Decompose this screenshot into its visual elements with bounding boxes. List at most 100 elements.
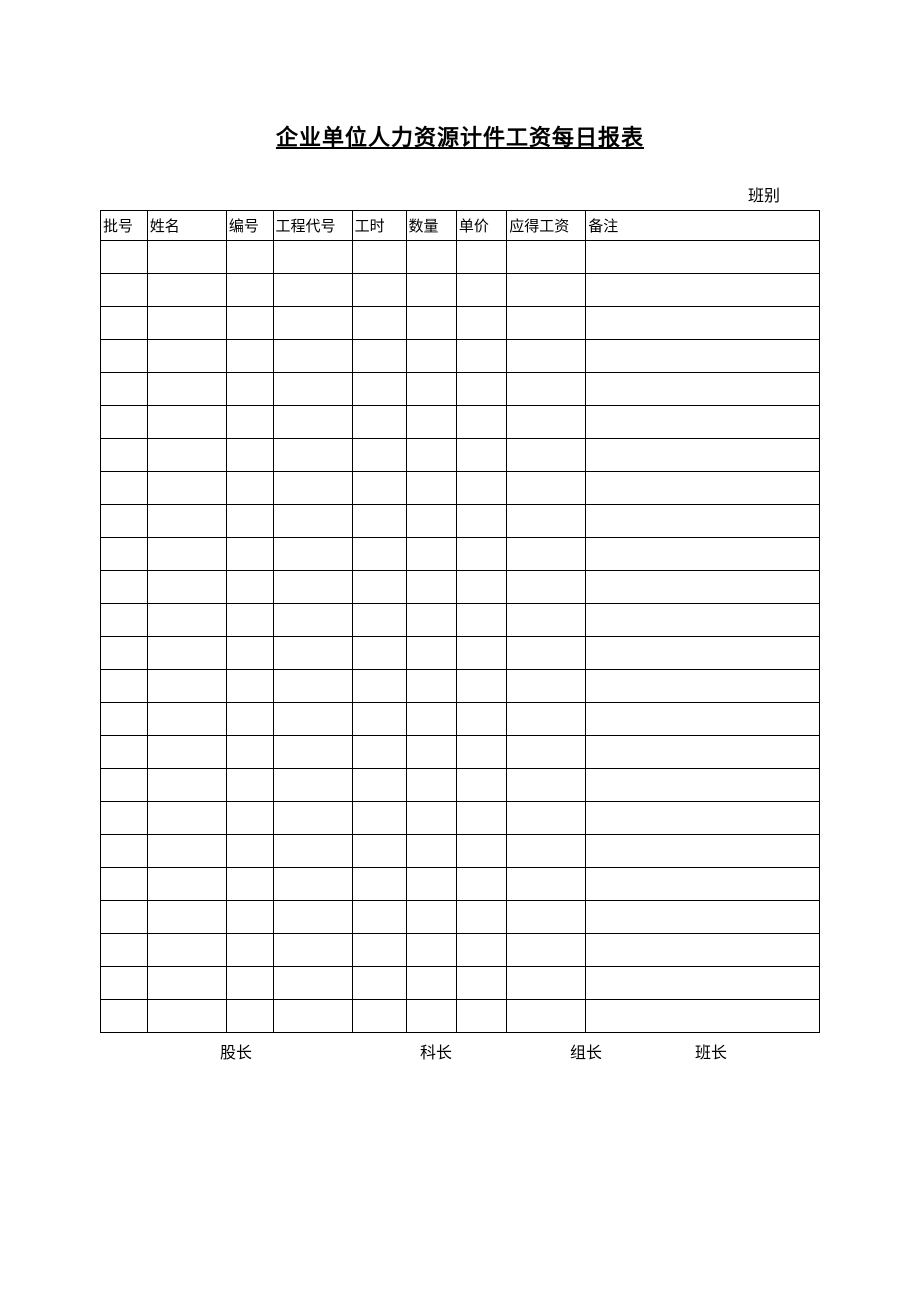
table-cell — [273, 241, 352, 274]
table-cell — [273, 901, 352, 934]
table-cell — [456, 472, 506, 505]
table-cell — [352, 373, 406, 406]
table-cell — [226, 571, 273, 604]
table-cell — [352, 703, 406, 736]
table-cell — [507, 274, 586, 307]
table-row — [101, 1000, 820, 1033]
table-cell — [507, 703, 586, 736]
table-cell — [507, 241, 586, 274]
table-cell — [456, 967, 506, 1000]
table-cell — [147, 439, 226, 472]
table-cell — [352, 340, 406, 373]
table-cell — [147, 901, 226, 934]
table-cell — [273, 406, 352, 439]
table-cell — [352, 934, 406, 967]
table-cell — [101, 274, 148, 307]
table-cell — [101, 868, 148, 901]
table-cell — [101, 406, 148, 439]
table-cell — [456, 505, 506, 538]
table-cell — [226, 406, 273, 439]
table-cell — [101, 439, 148, 472]
table-cell — [586, 307, 820, 340]
table-cell — [586, 901, 820, 934]
sig-group-leader: 组长 — [570, 1039, 695, 1063]
table-cell — [586, 736, 820, 769]
table-cell — [507, 1000, 586, 1033]
table-cell — [456, 406, 506, 439]
table-row — [101, 571, 820, 604]
header-remark: 备注 — [586, 211, 820, 241]
header-project-code: 工程代号 — [273, 211, 352, 241]
table-cell — [226, 835, 273, 868]
table-cell — [352, 802, 406, 835]
table-cell — [456, 340, 506, 373]
table-cell — [586, 967, 820, 1000]
header-id: 编号 — [226, 211, 273, 241]
table-cell — [273, 571, 352, 604]
table-cell — [101, 241, 148, 274]
table-cell — [273, 769, 352, 802]
table-cell — [147, 373, 226, 406]
table-row — [101, 967, 820, 1000]
header-name: 姓名 — [147, 211, 226, 241]
table-cell — [101, 538, 148, 571]
table-cell — [586, 835, 820, 868]
table-cell — [586, 241, 820, 274]
table-cell — [226, 373, 273, 406]
table-row — [101, 439, 820, 472]
table-row — [101, 868, 820, 901]
table-cell — [101, 307, 148, 340]
header-quantity: 数量 — [406, 211, 456, 241]
table-cell — [101, 835, 148, 868]
table-cell — [226, 241, 273, 274]
table-cell — [147, 472, 226, 505]
table-cell — [101, 703, 148, 736]
table-cell — [147, 538, 226, 571]
table-cell — [147, 835, 226, 868]
table-cell — [456, 835, 506, 868]
table-cell — [147, 571, 226, 604]
table-cell — [147, 769, 226, 802]
table-cell — [352, 637, 406, 670]
table-cell — [226, 769, 273, 802]
table-cell — [507, 901, 586, 934]
table-row — [101, 736, 820, 769]
table-cell — [352, 1000, 406, 1033]
sig-class-leader: 班长 — [695, 1039, 820, 1063]
table-cell — [507, 967, 586, 1000]
table-cell — [147, 670, 226, 703]
table-cell — [226, 505, 273, 538]
table-cell — [586, 274, 820, 307]
table-cell — [586, 439, 820, 472]
table-cell — [273, 835, 352, 868]
table-cell — [456, 868, 506, 901]
table-cell — [226, 670, 273, 703]
table-cell — [406, 604, 456, 637]
table-cell — [147, 967, 226, 1000]
table-row — [101, 670, 820, 703]
table-cell — [273, 505, 352, 538]
table-cell — [406, 538, 456, 571]
table-row — [101, 901, 820, 934]
table-cell — [406, 505, 456, 538]
table-cell — [352, 406, 406, 439]
signature-row: 股长 科长 组长 班长 — [100, 1033, 820, 1063]
table-cell — [273, 934, 352, 967]
table-row — [101, 307, 820, 340]
table-cell — [226, 868, 273, 901]
table-cell — [586, 571, 820, 604]
table-cell — [406, 901, 456, 934]
table-cell — [226, 967, 273, 1000]
table-cell — [456, 241, 506, 274]
table-cell — [507, 769, 586, 802]
table-cell — [507, 406, 586, 439]
table-cell — [352, 901, 406, 934]
table-cell — [147, 802, 226, 835]
table-cell — [147, 307, 226, 340]
table-cell — [586, 769, 820, 802]
header-wage: 应得工资 — [507, 211, 586, 241]
table-cell — [352, 505, 406, 538]
table-row — [101, 241, 820, 274]
table-cell — [406, 439, 456, 472]
table-cell — [456, 1000, 506, 1033]
